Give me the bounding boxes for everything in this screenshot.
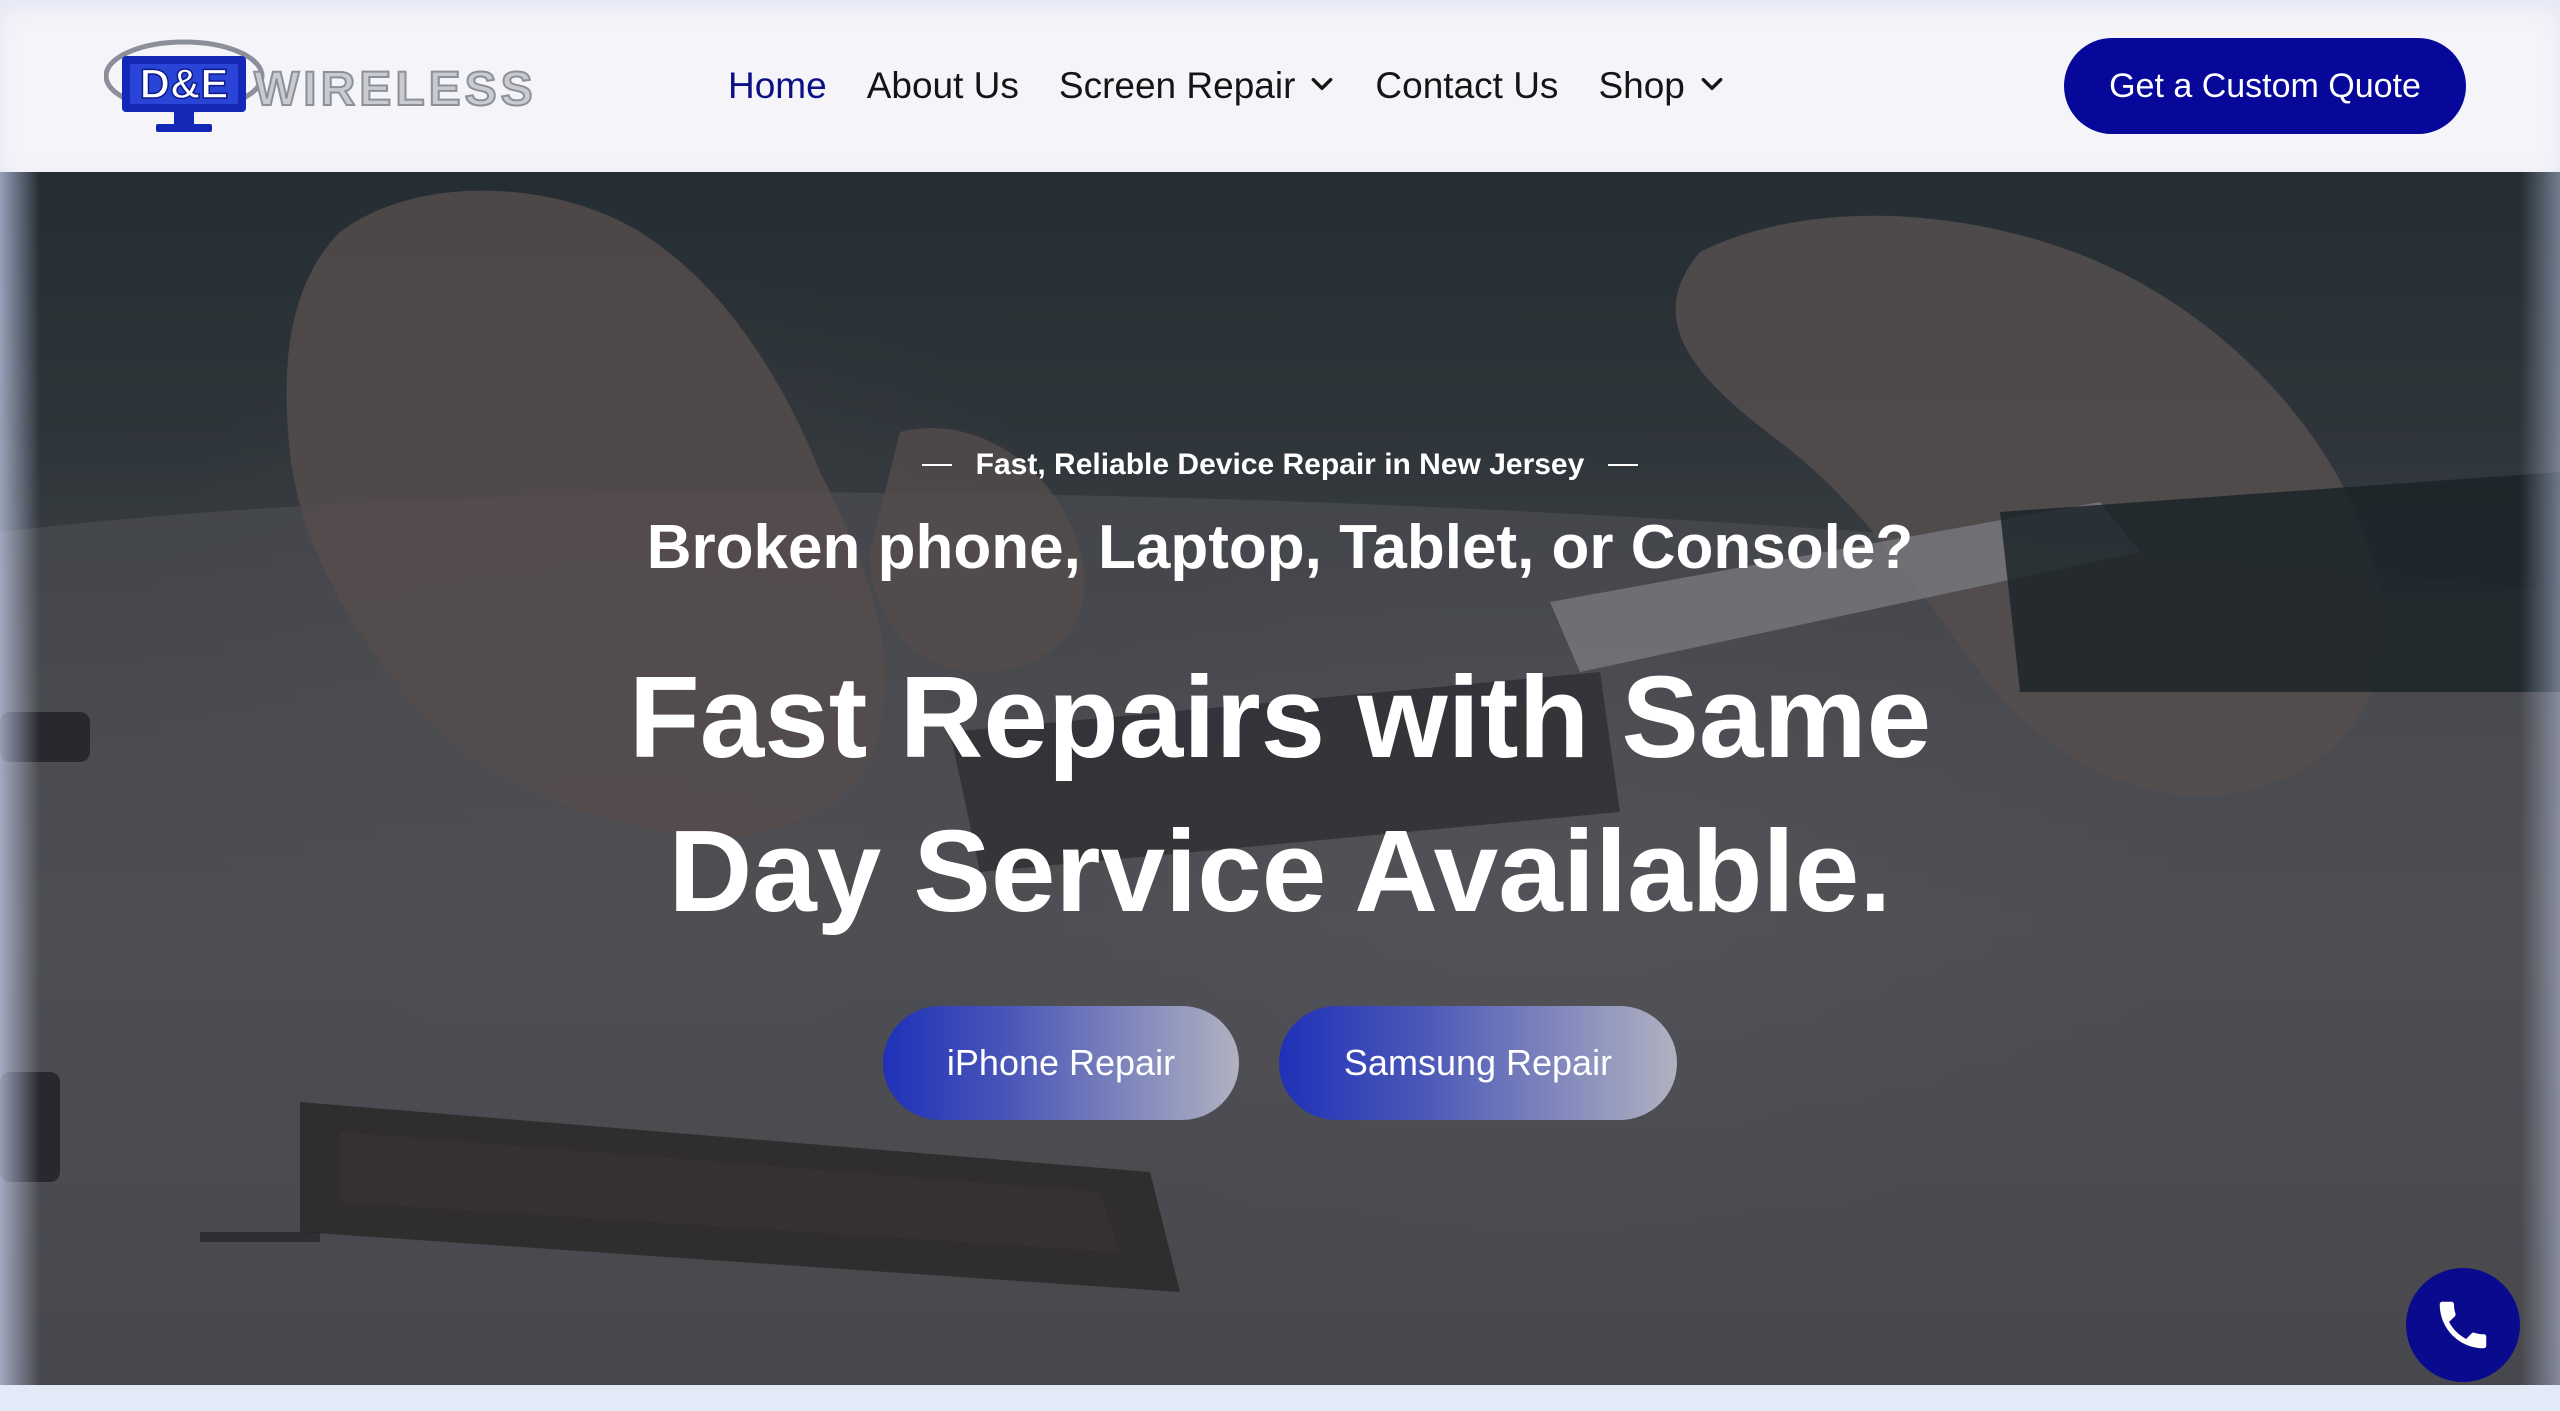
site-header: D&E WIRELESS Home About Us Screen Repair… <box>0 0 2560 172</box>
hero-eyebrow-text: Fast, Reliable Device Repair in New Jers… <box>975 448 1585 481</box>
nav-item-label: Screen Repair <box>1058 65 1296 106</box>
hero-section: Fast, Reliable Device Repair in New Jers… <box>0 172 2560 1385</box>
svg-text:D&E: D&E <box>140 60 229 107</box>
site-logo[interactable]: D&E WIRELESS <box>103 34 534 144</box>
nav-item-label: Shop <box>1598 65 1685 106</box>
next-section-edge <box>0 1385 2560 1411</box>
nav-item-shop[interactable]: Shop <box>1598 65 1724 107</box>
nav-item-screen-repair[interactable]: Screen Repair <box>1059 65 1336 107</box>
nav-item-contact-us[interactable]: Contact Us <box>1375 65 1558 107</box>
hero-content: Fast, Reliable Device Repair in New Jers… <box>0 172 2560 1385</box>
eyebrow-dash-right <box>1608 464 1639 466</box>
iphone-repair-button[interactable]: iPhone Repair <box>883 1006 1239 1120</box>
hero-eyebrow: Fast, Reliable Device Repair in New Jers… <box>0 448 2560 482</box>
nav-item-home[interactable]: Home <box>728 65 827 107</box>
call-button[interactable] <box>2406 1268 2520 1382</box>
logo-wordmark: WIRELESS <box>253 62 537 117</box>
chevron-down-icon <box>1701 77 1723 91</box>
nav-item-label: About Us <box>866 65 1019 106</box>
chevron-down-icon <box>1312 77 1333 91</box>
phone-icon <box>2439 1301 2487 1349</box>
hero-headline-line2: Day Service Available. <box>668 806 1892 936</box>
main-nav: Home About Us Screen Repair Contact Us S… <box>728 56 1765 116</box>
samsung-repair-button[interactable]: Samsung Repair <box>1279 1006 1677 1120</box>
nav-item-about-us[interactable]: About Us <box>867 65 1019 107</box>
nav-item-label: Contact Us <box>1375 65 1559 106</box>
get-custom-quote-button[interactable]: Get a Custom Quote <box>2064 38 2466 134</box>
eyebrow-dash-left <box>921 464 952 466</box>
hero-buttons: iPhone Repair Samsung Repair <box>0 1006 2560 1120</box>
hero-headline-line1: Fast Repairs with Same <box>628 652 1932 782</box>
hero-subheadline: Broken phone, Laptop, Tablet, or Console… <box>646 513 1914 582</box>
nav-item-label: Home <box>728 65 827 106</box>
hero-headline: Fast Repairs with Same Day Service Avail… <box>0 640 2560 948</box>
